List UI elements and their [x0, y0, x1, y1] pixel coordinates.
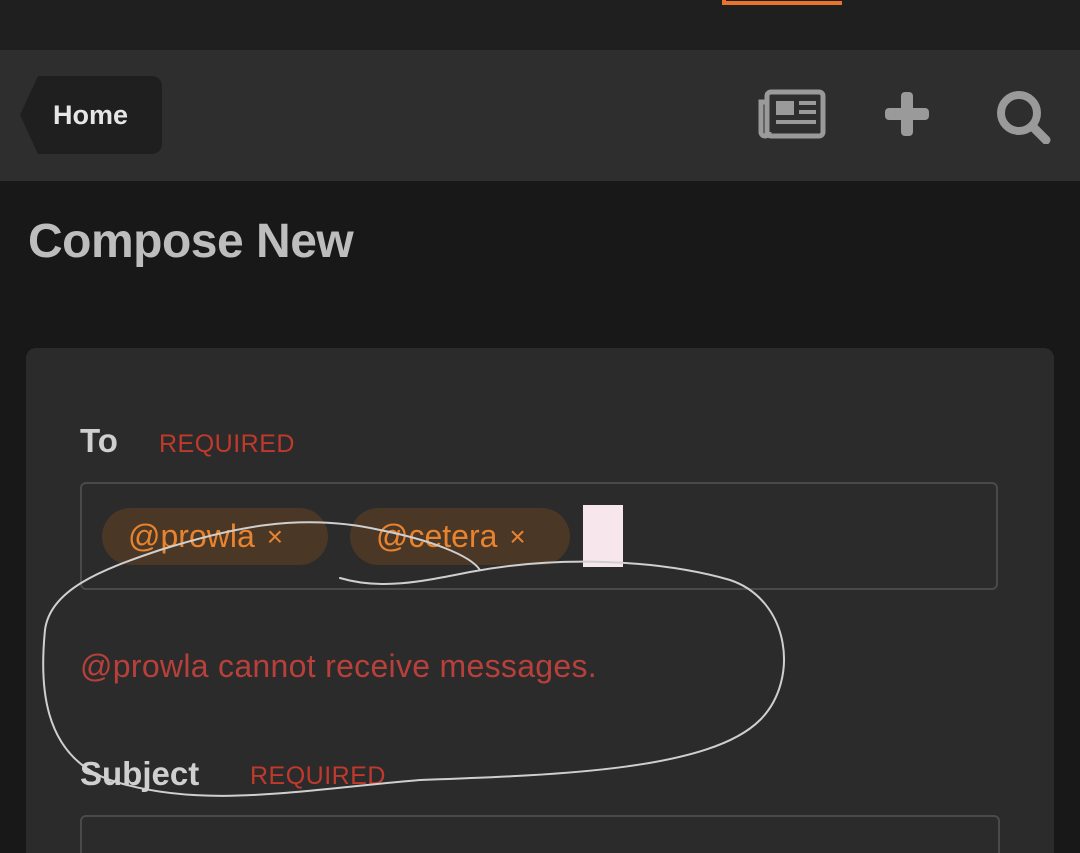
- subject-required-badge: REQUIRED: [250, 762, 386, 790]
- search-icon-graphic: [997, 91, 1051, 144]
- remove-recipient-icon[interactable]: ×: [509, 521, 525, 553]
- remove-recipient-icon[interactable]: ×: [267, 521, 283, 553]
- plus-icon[interactable]: [872, 88, 942, 144]
- recipient-handle: @cetera: [376, 518, 498, 554]
- nav-bar: Home: [0, 50, 1080, 181]
- plus-icon-graphic: [885, 92, 929, 136]
- top-bar: [0, 0, 1080, 50]
- newspaper-icon[interactable]: [757, 88, 827, 144]
- home-breadcrumb[interactable]: Home: [20, 76, 162, 154]
- search-icon[interactable]: [988, 88, 1058, 144]
- recipient-tag-prowla[interactable]: @prowla ×: [102, 508, 328, 565]
- to-required-badge: REQUIRED: [159, 430, 295, 458]
- home-breadcrumb-label: Home: [53, 99, 129, 130]
- subject-label: Subject: [80, 755, 200, 792]
- compose-page: Home Compose New To REQUIRED @prowla × @…: [0, 0, 1080, 853]
- recipient-error-message: @prowla cannot receive messages.: [80, 648, 597, 684]
- subject-input[interactable]: [80, 815, 1000, 853]
- page-title: Compose New: [28, 215, 354, 268]
- recipient-tag-cetera[interactable]: @cetera ×: [350, 508, 570, 565]
- site-logo: [722, 0, 842, 5]
- newspaper-icon-graphic: [758, 89, 826, 139]
- text-cursor[interactable]: [583, 505, 623, 567]
- to-label: To: [80, 422, 118, 459]
- recipient-handle: @prowla: [128, 518, 255, 554]
